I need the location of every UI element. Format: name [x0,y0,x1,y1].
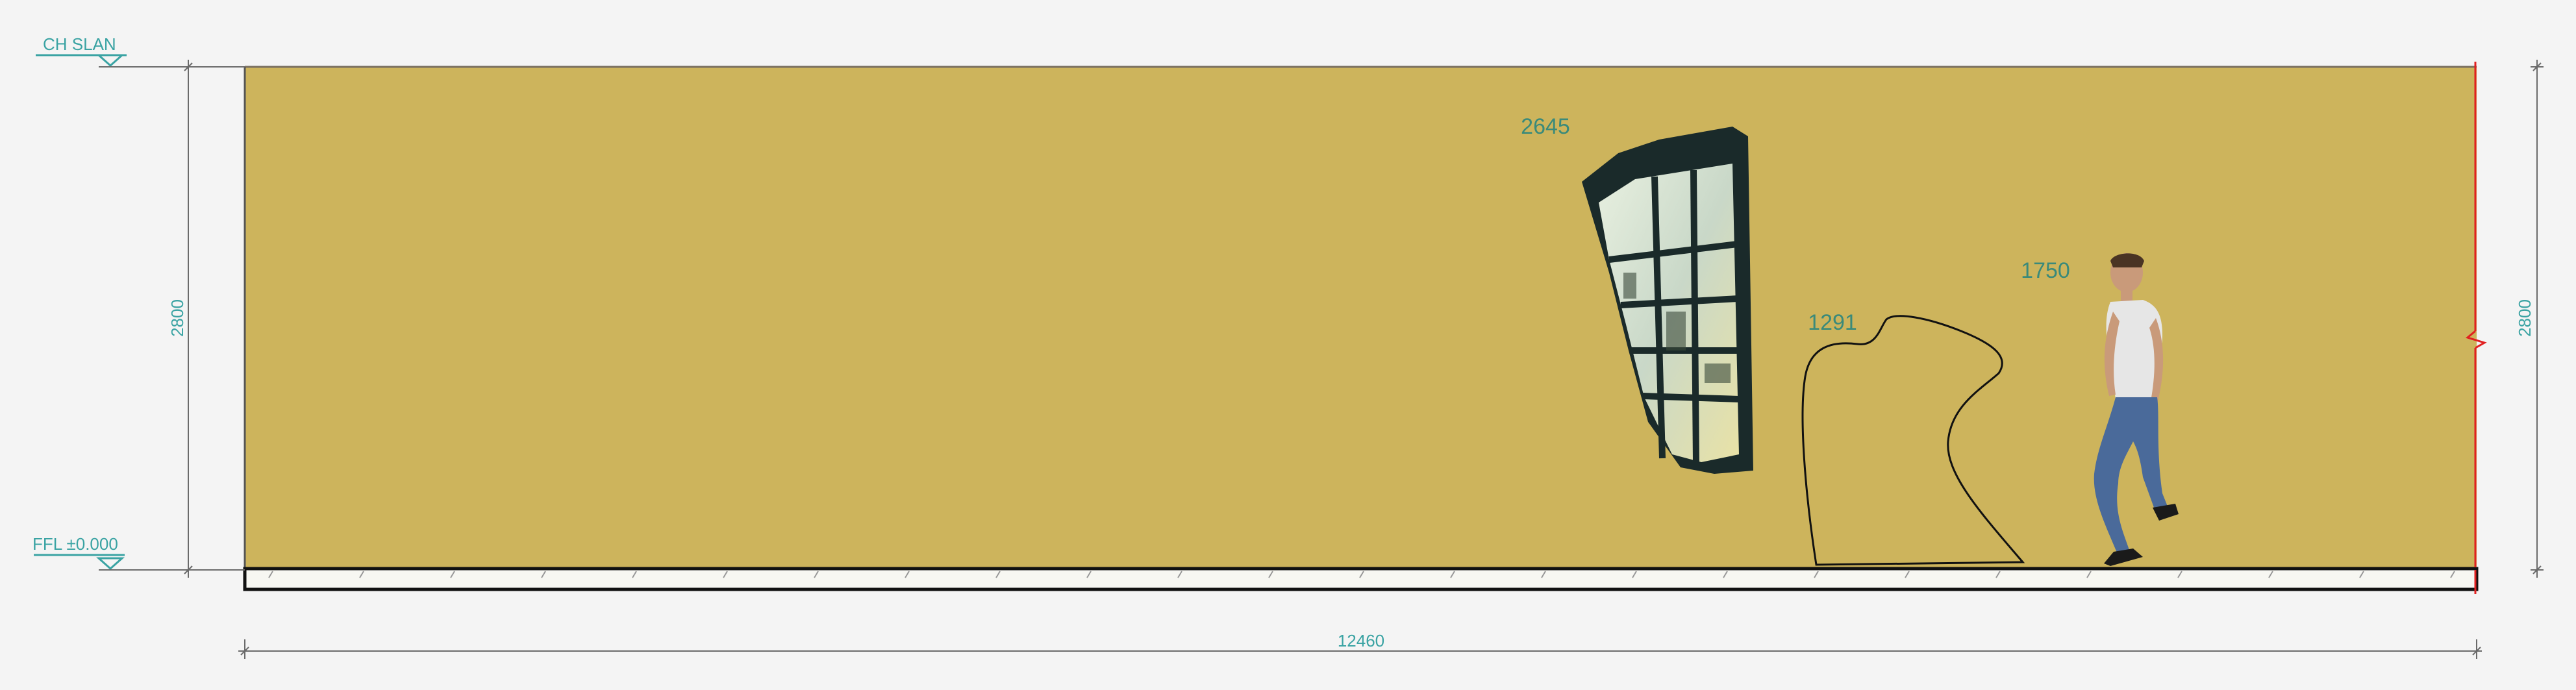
floor-slab [243,567,2479,591]
sculpture-dimension-label: 1291 [1808,310,1857,335]
height-dimension-left-label: 2800 [168,299,187,337]
level-label-floor: FFL ±0.000 [32,534,118,554]
elevation-drawing: CH SLAN FFL ±0.000 2800 2800 12460 2645 … [0,0,2576,690]
height-dimension-right-label: 2800 [2515,299,2534,337]
person-dimension-label: 1750 [2021,258,2070,283]
length-dimension-label: 12460 [1338,631,1384,650]
level-label-ceiling: CH SLAN [43,34,116,54]
window-dimension-label: 2645 [1521,114,1570,139]
